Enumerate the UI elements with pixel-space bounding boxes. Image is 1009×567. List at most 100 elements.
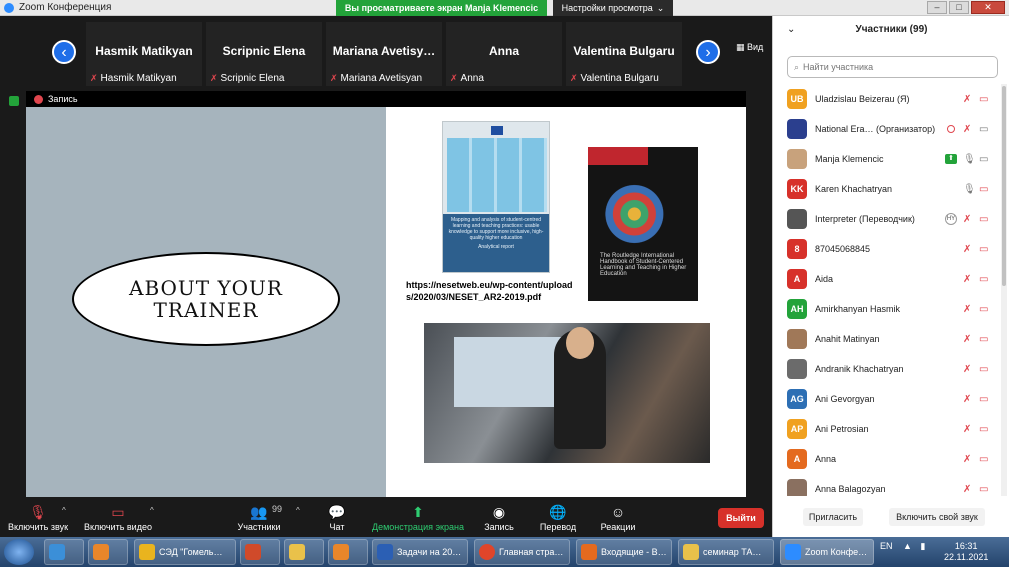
view-settings-button[interactable]: Настройки просмотра ⌄ <box>553 0 673 16</box>
unmute-me-button[interactable]: Включить свой звук <box>889 508 985 526</box>
video-tile[interactable]: Hasmik Matikyan ✗ Hasmik Matikyan <box>86 22 202 86</box>
participant-row[interactable]: Anahit Matinyan ✗ ▭ <box>773 324 1001 354</box>
clock[interactable]: 16:31 22.11.2021 <box>944 541 988 563</box>
mic-muted-icon: ✗ <box>963 123 972 135</box>
mic-muted-icon: ✗ <box>963 273 972 285</box>
start-button[interactable] <box>4 539 34 565</box>
taskbar-item[interactable]: Входящие - В… <box>576 539 672 565</box>
video-off-icon: ▭ <box>979 243 989 255</box>
mic-muted-icon: ✗ <box>570 73 578 83</box>
participant-name: Aida <box>815 274 834 284</box>
tile-name: Valentina Bulgaru <box>573 44 675 58</box>
gallery-strip: ‹ Hasmik Matikyan ✗ Hasmik Matikyan Scrip… <box>0 16 772 86</box>
language-indicator[interactable]: EN <box>880 541 893 551</box>
video-off-icon: ▭ <box>979 483 989 495</box>
start-video-button[interactable]: ▭ Включить видео <box>84 502 152 536</box>
participant-row[interactable]: Anna Balagozyan ✗ ▭ <box>773 474 1001 496</box>
participant-row[interactable]: A Anna ✗ ▭ <box>773 444 1001 474</box>
avatar <box>787 149 807 169</box>
media-player-icon <box>333 544 349 560</box>
cover-art <box>600 179 686 249</box>
taskbar-item[interactable]: СЭД "Гомель… <box>134 539 236 565</box>
routledge-handbook-cover: The Routledge International Handbook of … <box>588 147 698 301</box>
cover-title: Mapping and analysis of student-centred … <box>448 217 544 241</box>
network-icon[interactable]: ▮ <box>920 541 925 551</box>
close-button[interactable]: ✕ <box>971 1 1005 14</box>
share-screen-button[interactable]: ⬆ Демонстрация экрана <box>372 502 464 536</box>
video-tile[interactable]: Scripnic Elena ✗ Scripnic Elena <box>206 22 322 86</box>
invite-button[interactable]: Пригласить <box>803 508 863 526</box>
mic-muted-icon: ✗ <box>963 93 972 105</box>
security-shield-icon[interactable] <box>9 96 19 106</box>
participant-name: Manja Klemencic <box>815 154 884 164</box>
translate-button[interactable]: 🌐 Перевод <box>538 502 578 536</box>
video-off-icon: ▭ <box>979 93 989 105</box>
view-button[interactable]: ▦ Вид <box>736 42 763 53</box>
audio-options-caret[interactable]: ^ <box>62 506 66 515</box>
participant-row[interactable]: AG Ani Gevorgyan ✗ ▭ <box>773 384 1001 414</box>
chat-button[interactable]: 💬 Чат <box>324 502 350 536</box>
mic-muted-icon: 🎙 <box>29 504 47 520</box>
participant-row[interactable]: KK Karen Khachatryan 🎙 ▭ <box>773 174 1001 204</box>
taskbar-ie-icon[interactable] <box>44 539 84 565</box>
taskbar-item-label: семинар ТА… <box>703 547 762 557</box>
video-off-icon: ▭ <box>111 504 125 520</box>
participant-row[interactable]: 8 87045068845 ✗ ▭ <box>773 234 1001 264</box>
chat-label: Чат <box>329 522 345 532</box>
gallery-prev-button[interactable]: ‹ <box>52 40 76 64</box>
reactions-button[interactable]: ☺ Реакции <box>598 502 638 536</box>
tile-label-text: Mariana Avetisyan <box>340 73 423 84</box>
gallery-next-button[interactable]: › <box>696 40 720 64</box>
unmute-button[interactable]: 🎙 Включить звук <box>6 502 70 536</box>
video-tile[interactable]: Anna ✗ Anna <box>446 22 562 86</box>
taskbar-item[interactable]: семинар ТА… <box>678 539 774 565</box>
cover-subtitle: Analytical report <box>478 244 514 250</box>
video-tile[interactable]: Valentina Bulgaru ✗ Valentina Bulgaru <box>566 22 682 86</box>
tray-arrow-icon[interactable]: ▲ <box>903 541 912 551</box>
participants-options-caret[interactable]: ^ <box>296 506 300 515</box>
video-off-icon: ▭ <box>979 183 989 195</box>
taskbar-folder-icon[interactable] <box>284 539 324 565</box>
record-button[interactable]: ◉ Запись <box>482 502 516 536</box>
participant-row[interactable]: AP Ani Petrosian ✗ ▭ <box>773 414 1001 444</box>
participant-row[interactable]: Andranik Khachatryan ✗ ▭ <box>773 354 1001 384</box>
slide-heading: ABOUT YOUR TRAINER <box>72 252 340 346</box>
participant-search-input[interactable] <box>803 62 984 72</box>
tile-label-text: Valentina Bulgaru <box>580 73 659 84</box>
mic-muted-icon: ✗ <box>963 423 972 435</box>
grid-icon: ▦ <box>736 42 745 52</box>
taskbar-item-label: Входящие - В… <box>601 547 667 557</box>
leave-button[interactable]: Выйти <box>718 508 764 528</box>
video-icon: ▭ <box>979 153 989 165</box>
view-settings-label: Настройки просмотра <box>561 3 653 13</box>
taskbar-app-icon[interactable] <box>88 539 128 565</box>
routledge-logo <box>588 147 648 165</box>
maximize-button[interactable]: □ <box>949 1 969 14</box>
participant-list: UB Uladzislau Beizerau (Я) ✗ ▭ National … <box>773 84 1001 496</box>
scrollbar-thumb[interactable] <box>1002 86 1006 286</box>
taskbar-item[interactable]: Задачи на 20… <box>372 539 468 565</box>
powerpoint-icon <box>245 544 261 560</box>
participant-row[interactable]: UB Uladzislau Beizerau (Я) ✗ ▭ <box>773 84 1001 114</box>
avatar: UB <box>787 89 807 109</box>
taskbar-item[interactable]: Главная стра… <box>474 539 570 565</box>
neset-report-cover: Mapping and analysis of student-centred … <box>442 121 550 273</box>
collapse-panel-icon[interactable]: ⌄ <box>787 24 795 35</box>
taskbar-media-icon[interactable] <box>328 539 368 565</box>
minimize-button[interactable]: – <box>927 1 947 14</box>
taskbar-item-active[interactable]: Zoom Конфе… <box>780 539 874 565</box>
participant-row[interactable]: National Era… (Организатор) ✗ ▭ <box>773 114 1001 144</box>
participant-row[interactable]: A Aida ✗ ▭ <box>773 264 1001 294</box>
participants-panel: ⌄ Участники (99) ⌕ UB Uladzislau Beizera… <box>772 16 1009 537</box>
video-off-icon: ▭ <box>979 303 989 315</box>
participant-row[interactable]: AH Amirkhanyan Hasmik ✗ ▭ <box>773 294 1001 324</box>
mic-muted-icon: ✗ <box>963 393 972 405</box>
video-options-caret[interactable]: ^ <box>150 506 154 515</box>
tile-name: Scripnic Elena <box>222 44 306 58</box>
participant-search[interactable]: ⌕ <box>787 56 998 78</box>
video-tile[interactable]: Mariana Avetisy… ✗ Mariana Avetisyan <box>326 22 442 86</box>
participant-row[interactable]: Manja Klemencic ⬆ 🎙 ▭ <box>773 144 1001 174</box>
participant-row[interactable]: Interpreter (Переводчик) HY ✗ ▭ <box>773 204 1001 234</box>
participant-list-scrollbar[interactable] <box>1001 84 1007 496</box>
taskbar-powerpoint-icon[interactable] <box>240 539 280 565</box>
